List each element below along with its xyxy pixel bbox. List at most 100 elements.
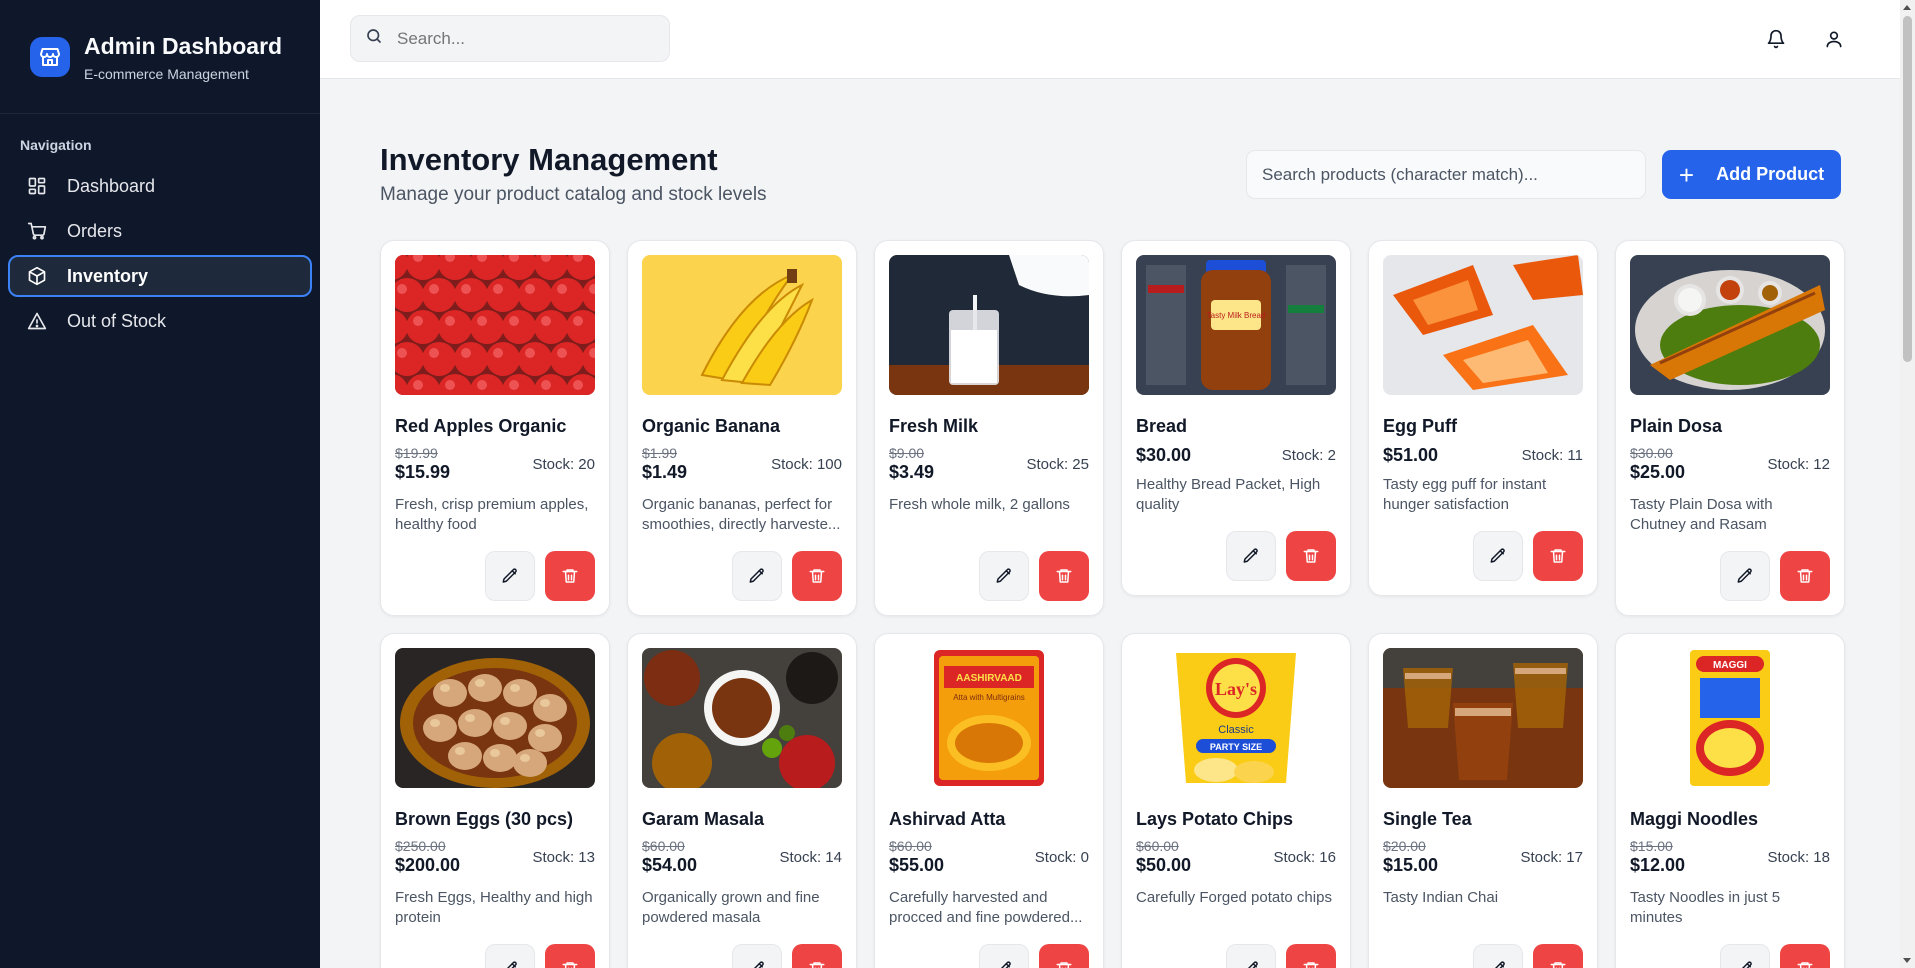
global-search-input[interactable]	[397, 28, 647, 49]
price-row: $60.00 $50.00 Stock: 16	[1136, 838, 1336, 878]
edit-product-button[interactable]	[1720, 551, 1770, 601]
product-search-input[interactable]	[1246, 150, 1646, 199]
trash-icon	[1056, 962, 1072, 968]
stock-count: Stock: 14	[779, 849, 842, 866]
price-row: $1.99 $1.49 Stock: 100	[642, 445, 842, 485]
trash-icon	[1550, 549, 1566, 563]
delete-product-button[interactable]	[1780, 944, 1830, 968]
delete-product-button[interactable]	[545, 944, 595, 968]
edit-product-button[interactable]	[732, 551, 782, 601]
price-row: $20.00 $15.00 Stock: 17	[1383, 838, 1583, 878]
product-image	[642, 255, 842, 395]
product-card: Brown Eggs (30 pcs) $250.00 $200.00 Stock: …	[380, 633, 610, 968]
delete-product-button[interactable]	[1039, 551, 1089, 601]
delete-product-button[interactable]	[1533, 531, 1583, 581]
price-row: $15.00 $12.00 Stock: 18	[1630, 838, 1830, 878]
page-subtitle: Manage your product catalog and stock le…	[380, 184, 767, 205]
edit-product-button[interactable]	[1473, 531, 1523, 581]
edit-product-button[interactable]	[485, 944, 535, 968]
card-actions	[889, 551, 1089, 601]
card-actions	[642, 944, 842, 968]
delete-product-button[interactable]	[1780, 551, 1830, 601]
pencil-icon	[753, 961, 764, 968]
pencil-icon	[749, 568, 764, 583]
svg-text:Classic: Classic	[1218, 724, 1254, 736]
delete-product-button[interactable]	[792, 551, 842, 601]
edit-product-button[interactable]	[1473, 944, 1523, 968]
product-name: Brown Eggs (30 pcs)	[395, 809, 574, 829]
edit-product-button[interactable]	[979, 551, 1029, 601]
product-name: Fresh Milk	[889, 416, 979, 436]
product-description: Organic bananas, perfect for smoothies, …	[642, 496, 841, 533]
package-icon	[27, 266, 47, 286]
delete-product-button[interactable]	[1039, 944, 1089, 968]
stock-count: Stock: 11	[1521, 447, 1583, 464]
warning-icon	[27, 311, 47, 331]
price-row: $30.00 Stock: 2	[1136, 445, 1336, 465]
pencil-icon	[996, 568, 1011, 583]
product-description: Tasty Indian Chai	[1383, 889, 1499, 906]
sidebar-item-orders[interactable]: Orders	[8, 210, 312, 252]
stock-count: Stock: 0	[1034, 849, 1089, 866]
product-name: Egg Puff	[1383, 416, 1457, 436]
product-image	[1383, 648, 1583, 788]
pencil-icon	[502, 568, 517, 583]
sidebar-item-label: Orders	[67, 220, 123, 241]
stock-count: Stock: 2	[1281, 447, 1336, 464]
stock-count: Stock: 100	[771, 456, 842, 473]
product-description: Organically grown and fine powdered masa…	[642, 889, 820, 926]
edit-product-button[interactable]	[1720, 944, 1770, 968]
product-card: MAGGI Maggi Noodles $15.00 $12.00 Stock: 18 T…	[1615, 633, 1845, 968]
edit-product-button[interactable]	[1226, 944, 1276, 968]
delete-product-button[interactable]	[545, 551, 595, 601]
card-actions	[1630, 551, 1830, 601]
edit-product-button[interactable]	[732, 944, 782, 968]
scroll-thumb[interactable]	[1903, 16, 1912, 362]
product-card: Red Apples Organic $19.99 $15.99 Stock: 20 F…	[380, 240, 610, 616]
product-description: Fresh, crisp premium apples, healthy foo…	[395, 496, 589, 533]
product-description: Tasty Plain Dosa with Chutney and Rasam	[1630, 496, 1773, 533]
trash-icon	[562, 962, 578, 968]
card-actions	[395, 551, 595, 601]
user-icon[interactable]	[1822, 27, 1846, 51]
edit-product-button[interactable]	[979, 944, 1029, 968]
pencil-icon	[1737, 568, 1752, 583]
stock-count: Stock: 12	[1767, 456, 1830, 473]
product-name: Plain Dosa	[1630, 416, 1723, 436]
card-actions	[1383, 944, 1583, 968]
plus-icon: +	[1678, 159, 1695, 190]
edit-product-button[interactable]	[1226, 531, 1276, 581]
scrollbar[interactable]	[1900, 0, 1915, 968]
card-actions	[1136, 531, 1336, 581]
pencil-icon	[506, 961, 517, 968]
product-image	[1383, 255, 1583, 395]
sidebar-item-label: Dashboard	[67, 175, 156, 196]
delete-product-button[interactable]	[1286, 531, 1336, 581]
bell-icon[interactable]	[1764, 27, 1788, 51]
trash-icon	[1550, 962, 1566, 968]
global-search[interactable]	[350, 15, 670, 62]
stock-count: Stock: 20	[532, 456, 595, 473]
trash-icon	[1797, 962, 1813, 968]
add-product-label: Add Product	[1716, 164, 1825, 184]
sidebar-item-out-of-stock[interactable]: Out of Stock	[8, 300, 312, 342]
add-product-button[interactable]: + Add Product	[1662, 150, 1841, 199]
card-actions	[1136, 944, 1336, 968]
scroll-down-arrow[interactable]	[1903, 958, 1911, 963]
delete-product-button[interactable]	[1286, 944, 1336, 968]
delete-product-button[interactable]	[792, 944, 842, 968]
scroll-up-arrow[interactable]	[1903, 5, 1911, 10]
store-icon	[30, 36, 70, 77]
sidebar-item-dashboard[interactable]: Dashboard	[8, 165, 312, 207]
product-card: Single Tea $20.00 $15.00 Stock: 17 Tasty Ind…	[1368, 633, 1598, 968]
sidebar-item-label: Inventory	[67, 265, 149, 286]
product-description: Fresh Eggs, Healthy and high protein	[395, 889, 593, 926]
product-card: Garam Masala $60.00 $54.00 Stock: 14 Organic…	[627, 633, 857, 968]
delete-product-button[interactable]	[1533, 944, 1583, 968]
sidebar-item-inventory[interactable]: Inventory	[8, 255, 312, 297]
svg-text:MAGGI: MAGGI	[1713, 660, 1747, 671]
product-card: Tasty Milk Bread Bread $30.00 Stock: 2 Healt…	[1121, 240, 1351, 596]
edit-product-button[interactable]	[485, 551, 535, 601]
product-name: Single Tea	[1383, 809, 1472, 829]
product-name: Ashirvad Atta	[889, 809, 1006, 829]
